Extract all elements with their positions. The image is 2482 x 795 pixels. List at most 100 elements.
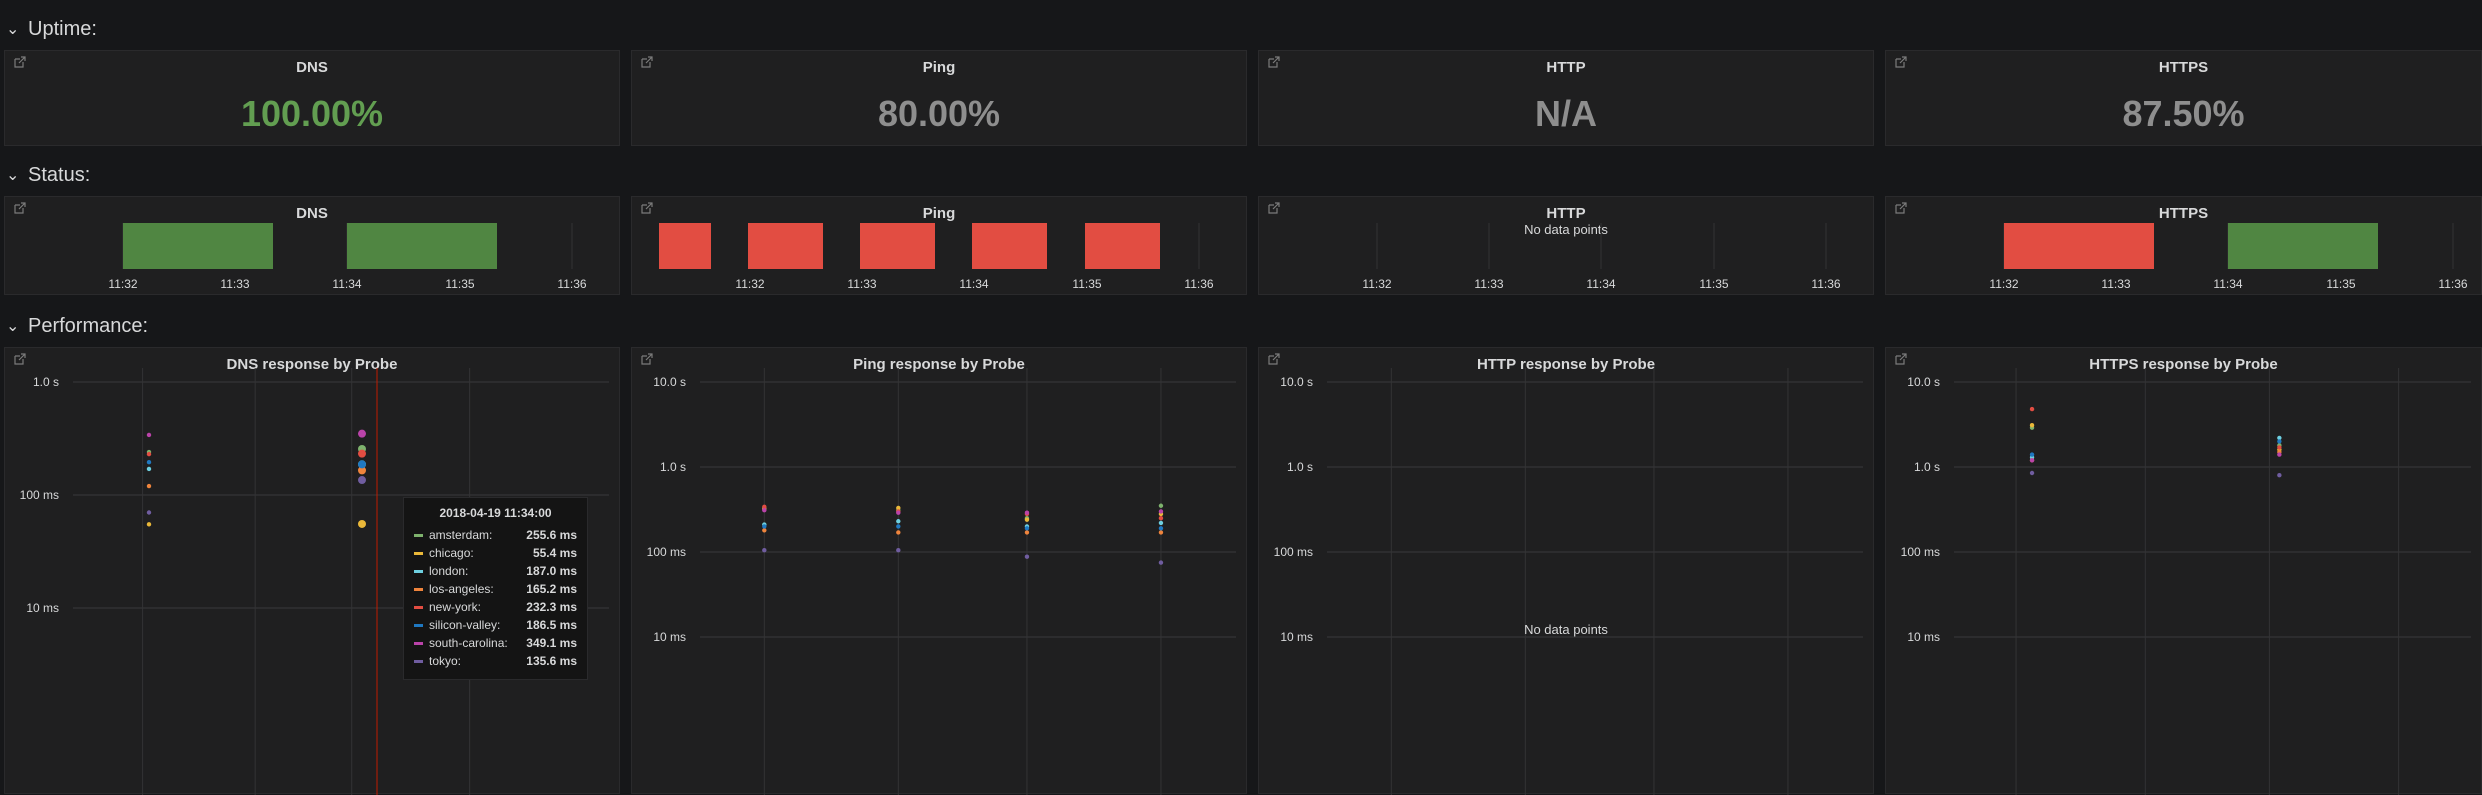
x-tick-label: 11:34 [332,277,361,291]
status-timeline: 11:32 11:33 11:34 11:35 11:36 [108,223,587,291]
chevron-down-icon: ⌄ [6,21,20,38]
data-point [1158,560,1164,565]
scatter-plot[interactable]: 10 ms100 ms1.0 s10.0 s [632,348,1248,795]
x-tick-label: 11:35 [2326,277,2355,291]
status-bar-fail [860,223,935,269]
y-tick-label: 10.0 s [1907,375,1940,389]
data-point [762,547,767,553]
data-point [358,429,366,438]
series-swatch [414,551,423,555]
data-point [2029,423,2035,428]
y-tick-label: 1.0 s [1287,460,1313,474]
scatter-plot[interactable]: 10 ms 100 ms 1.0 s 10.0 s [1886,348,2482,795]
stat-value: 80.00% [877,93,1001,134]
y-tick-label: 100 ms [647,545,686,559]
y-tick-label: 1.0 s [33,375,59,389]
data-point [896,547,901,553]
y-tick-label: 1.0 s [1914,460,1940,474]
tooltip-row: silicon-valley: 186.5 ms [414,616,577,634]
row-performance[interactable]: ⌄ Performance: [6,311,148,341]
x-tick-label: 11:35 [1699,277,1728,291]
data-point [1024,530,1030,535]
series-value: 187.0 ms [526,564,577,578]
data-point [358,519,366,528]
data-point [1024,554,1030,559]
perf-panel-http[interactable]: HTTP response by Probe 10 ms 100 ms 1.0 s1… [1258,347,1875,795]
data-point [1158,503,1164,508]
perf-panel-https[interactable]: HTTPS response by Probe 10 ms 100 ms 1.0 s… [1885,347,2482,795]
series-name: tokyo: [429,654,462,668]
y-tick-label: 10.0 s [653,375,686,389]
status-bar-ok [2228,223,2378,269]
series-swatch [414,641,423,645]
series-name: los-angeles: [429,582,494,596]
status-timeline: 11:32 11:33 11:34 11:35 11:36 [659,223,1214,291]
row-uptime[interactable]: ⌄ Uptime: [6,14,97,44]
row-status[interactable]: ⌄ Status: [6,160,90,190]
panel-title: HTTP [1546,59,1586,76]
series-name: chicago: [429,546,474,560]
uptime-panel-ping[interactable]: Ping 80.00% [631,50,1247,146]
x-tick-label: 11:34 [2213,277,2242,291]
chevron-down-icon: ⌄ [6,167,20,184]
data-point [1158,526,1164,531]
series-swatch [414,569,423,573]
series-name: south-carolina: [429,636,508,650]
status-bar-ok [123,223,273,269]
data-point [1158,530,1164,535]
data-point [146,451,152,457]
series-name: amsterdam: [429,528,493,542]
data-point [1158,520,1164,526]
status-bar-fail [2004,223,2154,269]
y-tick-label: 100 ms [20,488,59,502]
series-swatch [414,605,423,609]
status-panel-http[interactable]: HTTP No data points 11:32 11:33 11:34 11… [1258,196,1874,295]
row-title-label: Performance: [28,314,149,337]
y-tick-label: 100 ms [1274,545,1313,559]
y-tick-label: 10.0 s [1280,375,1313,389]
series-value: 165.2 ms [526,582,577,596]
tooltip-row: amsterdam: 255.6 ms [414,526,577,544]
perf-panel-ping[interactable]: Ping response by Probe 10 ms 100 ms 1.0 s1… [631,347,1248,795]
series-swatch [414,659,423,663]
data-point [358,476,366,485]
x-tick-label: 11:32 [108,277,137,291]
uptime-panel-http[interactable]: HTTP N/A [1258,50,1874,146]
tooltip-row: south-carolina: 349.1 ms [414,634,577,652]
status-bar-fail [659,223,711,269]
scatter-plot[interactable]: 10 ms100 ms1.0 s10.0 s [1259,348,1875,795]
data-point [896,519,901,524]
tooltip-rows: amsterdam: 255.6 ms chicago: 55.4 ms london:… [414,526,577,670]
series-name: london: [429,564,469,578]
uptime-panel-https[interactable]: HTTPS 87.50% [1885,50,2482,146]
tooltip-title: 2018-04-19 11:34:00 [439,506,552,520]
x-tick-label: 11:32 [735,277,764,291]
data-point [1024,526,1030,531]
data-point [762,524,767,529]
data-point [762,528,767,533]
x-tick-label: 11:33 [2101,277,2130,291]
data-point [1158,515,1164,521]
x-tick-label: 11:34 [959,277,988,291]
y-tick-label: 100 ms [1901,545,1940,559]
tooltip-row: chicago: 55.4 ms [414,544,577,562]
x-tick-label: 11:36 [557,277,586,291]
x-tick-label: 11:33 [1474,277,1503,291]
status-bar-fail [1085,223,1160,269]
uptime-panel-dns[interactable]: DNS 100.00% [4,50,620,146]
x-tick-label: 11:32 [1362,277,1391,291]
status-bar-fail [972,223,1047,269]
series-value: 55.4 ms [532,546,577,560]
chevron-down-icon: ⌄ [6,318,20,335]
panel-title: DNS [296,59,328,76]
series-value: 349.1 ms [526,636,577,650]
y-tick-label: 10 ms [1907,630,1940,644]
stat-value: N/A [1535,93,1597,134]
status-panel-ping[interactable]: Ping 11:32 11:33 11:34 11:35 11:36 [631,196,1247,295]
data-point [896,524,901,529]
y-tick-label: 10 ms [653,630,686,644]
status-panel-https[interactable]: HTTPS 11:32 11:33 11:34 11:35 11:36 [1885,196,2482,295]
series-value: 186.5 ms [526,618,577,632]
status-panel-dns[interactable]: DNS 11:32 11:33 11:34 11:35 11:36 [4,196,620,295]
panel-title: HTTPS [2158,59,2209,76]
